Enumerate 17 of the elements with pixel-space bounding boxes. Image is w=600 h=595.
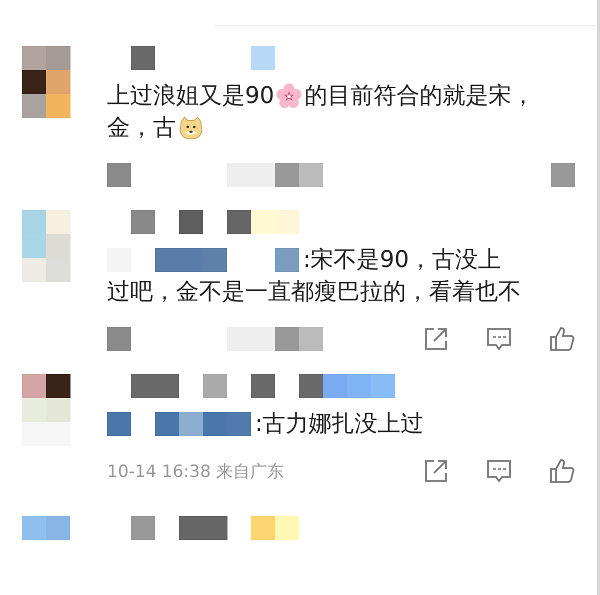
comment-text: :古力娜扎没上过	[255, 410, 424, 439]
comment-text: 金，古	[107, 114, 176, 143]
comment-text: 上过浪姐又是90	[107, 82, 274, 111]
flower-icon	[276, 83, 302, 109]
comment-text: 的目前符合的就是宋，	[304, 82, 534, 111]
comment-time: 10-14 16:38 来自广东	[107, 460, 284, 482]
avatar[interactable]	[20, 46, 72, 118]
avatar[interactable]	[20, 374, 72, 446]
comment-text: :宋不是90，古没上	[303, 246, 502, 275]
dog-face-icon	[178, 115, 204, 141]
like-icon[interactable]	[549, 458, 575, 484]
comment-icon[interactable]	[486, 458, 512, 484]
share-icon[interactable]	[423, 326, 449, 352]
comment-icon[interactable]	[486, 326, 512, 352]
share-icon[interactable]	[423, 458, 449, 484]
comment-text: 过吧，金不是一直都瘦巴拉的，看着也不	[107, 278, 521, 307]
like-icon[interactable]	[549, 326, 575, 352]
